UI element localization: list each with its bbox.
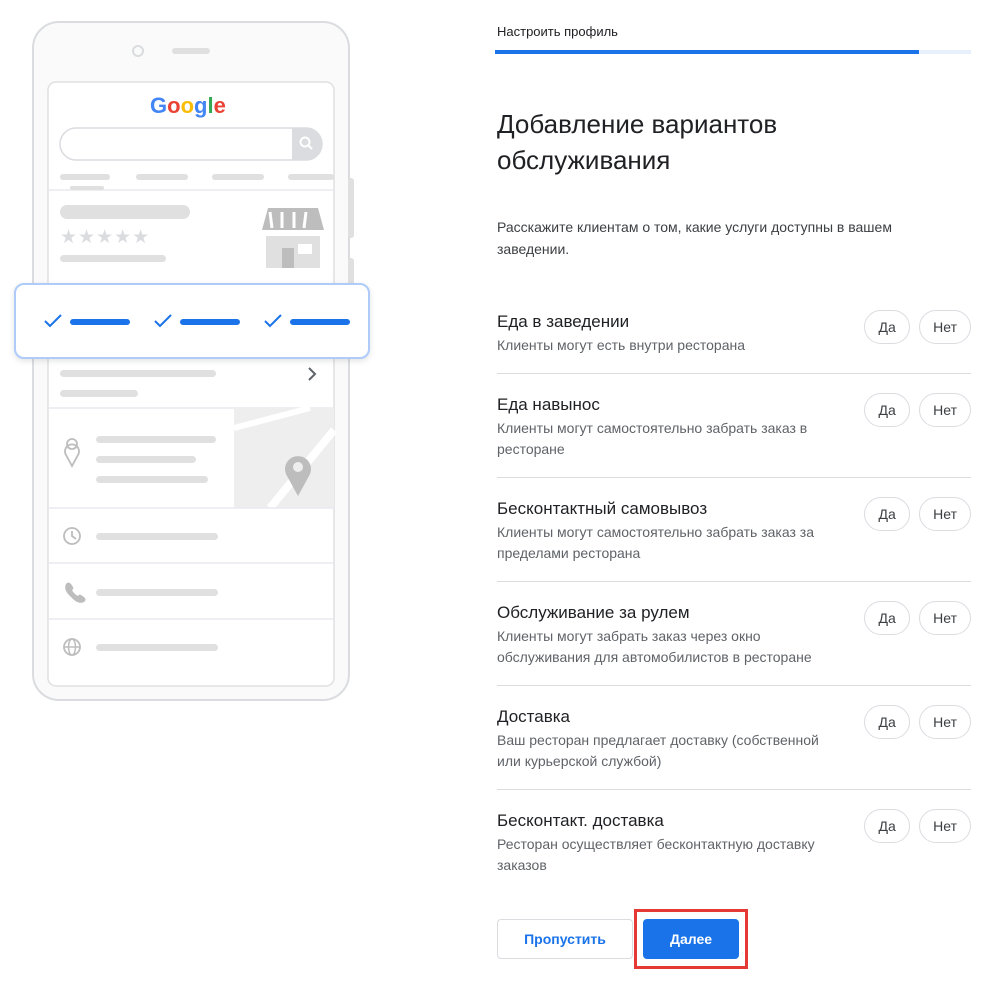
checkmark-icon — [264, 314, 282, 328]
checklist-item — [262, 309, 356, 333]
option-choice-group: Да Нет — [855, 393, 971, 427]
page-title: Добавление вариантов обслуживания — [497, 109, 778, 175]
option-subtitle: Ресторан осуществляет бесконтактную дост… — [497, 836, 815, 873]
option-choice-group: Да Нет — [855, 809, 971, 843]
yes-button[interactable]: Да — [864, 705, 911, 739]
phone-illustration: Google ★★★★★ — [0, 0, 380, 720]
option-dine-in: Еда в заведении Клиенты могут есть внутр… — [497, 291, 971, 374]
no-button[interactable]: Нет — [919, 497, 971, 531]
svg-text:Google: Google — [150, 93, 226, 118]
yes-button[interactable]: Да — [864, 310, 911, 344]
step-label: Настроить профиль — [497, 24, 618, 39]
checklist-item — [42, 309, 136, 333]
option-choice-group: Да Нет — [855, 497, 971, 531]
option-takeout: Еда навынос Клиенты могут самостоятельно… — [497, 374, 971, 478]
option-subtitle: Клиенты могут есть внутри ресторана — [497, 337, 746, 353]
yes-button[interactable]: Да — [864, 601, 911, 635]
option-title: Еда навынос — [497, 395, 600, 414]
option-subtitle: Клиенты могут самостоятельно забрать зак… — [497, 420, 808, 457]
page-description: Расскажите клиентам о том, какие услуги … — [497, 219, 892, 257]
yes-button[interactable]: Да — [864, 809, 911, 843]
option-choice-group: Да Нет — [855, 601, 971, 635]
option-curbside-pickup: Бесконтактный самовывоз Клиенты могут са… — [497, 478, 971, 582]
option-title: Обслуживание за рулем — [497, 603, 690, 622]
star-rating: ★★★★★ — [60, 226, 151, 248]
service-checklist-card — [14, 283, 370, 359]
checklist-item — [152, 309, 246, 333]
checkmark-icon — [154, 314, 172, 328]
skip-button[interactable]: Пропустить — [497, 919, 633, 959]
no-button[interactable]: Нет — [919, 705, 971, 739]
progress-bar — [495, 50, 971, 54]
next-button[interactable]: Далее — [643, 919, 739, 959]
no-button[interactable]: Нет — [919, 601, 971, 635]
option-subtitle: Ваш ресторан предлагает доставку (собств… — [497, 732, 819, 769]
no-button[interactable]: Нет — [919, 393, 971, 427]
yes-button[interactable]: Да — [864, 497, 911, 531]
option-subtitle: Клиенты могут самостоятельно забрать зак… — [497, 524, 814, 561]
yes-button[interactable]: Да — [864, 393, 911, 427]
checklist-bar — [180, 319, 240, 325]
option-subtitle: Клиенты могут забрать заказ через окно о… — [497, 628, 812, 665]
google-wordmark: Google — [150, 93, 226, 118]
checkmark-icon — [44, 314, 62, 328]
option-delivery: Доставка Ваш ресторан предлагает доставк… — [497, 686, 971, 790]
no-button[interactable]: Нет — [919, 809, 971, 843]
option-drive-through: Обслуживание за рулем Клиенты могут забр… — [497, 582, 971, 686]
option-title: Бесконтакт. доставка — [497, 811, 664, 830]
checklist-bar — [290, 319, 350, 325]
option-contactless-delivery: Бесконтакт. доставка Ресторан осуществля… — [497, 790, 971, 893]
checklist-bar — [70, 319, 130, 325]
option-choice-group: Да Нет — [855, 705, 971, 739]
progress-fill — [495, 50, 919, 54]
service-options-list: Еда в заведении Клиенты могут есть внутр… — [497, 291, 971, 893]
option-choice-group: Да Нет — [855, 310, 971, 344]
option-title: Бесконтактный самовывоз — [497, 499, 708, 518]
no-button[interactable]: Нет — [919, 310, 971, 344]
option-title: Еда в заведении — [497, 312, 630, 331]
option-title: Доставка — [497, 707, 571, 726]
google-logo: Google — [150, 90, 232, 120]
